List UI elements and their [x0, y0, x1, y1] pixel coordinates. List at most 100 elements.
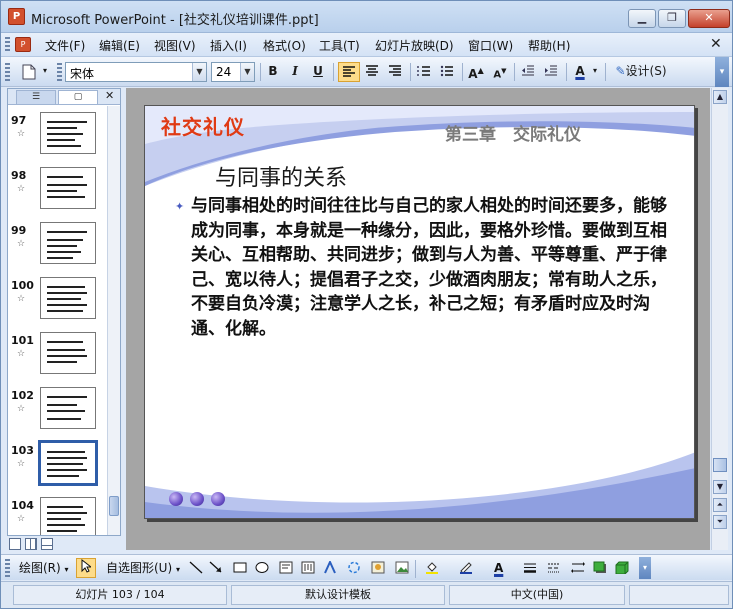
menu-window[interactable]: 窗口(W) [468, 37, 513, 54]
font-name-select[interactable]: 宋体 ▼ [65, 62, 207, 82]
drawing-grip-icon[interactable] [5, 559, 10, 577]
slide-number: 101 [11, 334, 34, 347]
thumbnail-scroll-thumb[interactable] [109, 496, 119, 516]
bold-button[interactable]: B [264, 62, 282, 82]
slide-scrollbar[interactable]: ▲ ▼ ⏶ ⏷ [711, 88, 728, 550]
slide-body-text[interactable]: 与同事相处的时间往往比与自己的家人相处的时间还要多，能够成为同事，本身就是一种缘… [191, 194, 671, 342]
document-menu-icon[interactable]: P [15, 37, 31, 52]
next-slide-icon[interactable]: ⏷ [713, 515, 727, 529]
clip-art-icon[interactable] [371, 561, 385, 574]
tab-slides[interactable]: ▢ [58, 90, 98, 104]
slide-thumbnail[interactable]: 102 ☆ [8, 387, 106, 442]
slide-sorter-view-icon[interactable] [25, 538, 37, 550]
slide-thumbnail-image[interactable] [40, 112, 96, 154]
font-color-draw-icon[interactable]: A [494, 560, 508, 576]
powerpoint-app-icon[interactable]: P [8, 8, 25, 25]
decrease-font-size-icon[interactable]: A▼ [490, 62, 510, 82]
text-box-icon[interactable] [279, 561, 293, 574]
menu-tools[interactable]: 工具(T) [319, 37, 360, 54]
slide-thumbnail-image[interactable] [40, 387, 96, 429]
slide-thumbnail[interactable]: 99 ☆ [8, 222, 106, 277]
wordart-icon[interactable] [323, 561, 337, 574]
toolbar-grip-icon-2[interactable] [57, 63, 62, 81]
maximize-button[interactable]: ❐ [658, 9, 686, 28]
increase-font-size-icon[interactable]: A▲ [466, 62, 486, 82]
align-left-button[interactable] [338, 62, 360, 82]
align-right-button[interactable] [385, 62, 405, 82]
toolbar-divider [333, 63, 334, 81]
italic-button[interactable]: I [286, 62, 304, 82]
shadow-style-icon[interactable] [593, 561, 607, 574]
normal-view-icon[interactable] [9, 538, 21, 550]
slide-thumbnail[interactable]: 101 ☆ [8, 332, 106, 387]
slide-thumbnail-image[interactable] [38, 440, 98, 486]
vertical-text-box-icon[interactable] [301, 561, 315, 574]
tab-outline[interactable]: ☰ [16, 90, 56, 104]
chevron-down-icon[interactable]: ▼ [192, 63, 206, 81]
slide-thumbnail-image[interactable] [40, 167, 96, 209]
numbering-icon[interactable] [414, 62, 434, 82]
current-slide[interactable]: 社交礼仪 第三章 交际礼仪 与同事的关系 ✦ 与同事相处的时间往往比与自己的家人… [144, 105, 695, 519]
3d-style-icon[interactable] [615, 561, 629, 574]
dash-style-icon[interactable] [547, 561, 561, 574]
toolbar-options-chevron-icon[interactable]: ▾ [715, 57, 729, 87]
slide-thumbnail[interactable]: 100 ☆ [8, 277, 106, 332]
draw-menu-button[interactable]: 绘图(R) ▾ [19, 560, 69, 576]
font-color-dropdown-icon[interactable]: ▾ [590, 62, 600, 82]
font-color-icon[interactable]: A [570, 62, 590, 82]
thumbnail-scrollbar[interactable] [107, 106, 120, 535]
autoshapes-button[interactable]: 自选图形(U) ▾ [106, 560, 180, 576]
arrow-tool-icon[interactable] [209, 561, 223, 574]
underline-button[interactable]: U [309, 62, 327, 82]
scroll-down-icon[interactable]: ▼ [713, 480, 727, 494]
menu-file[interactable]: 文件(F) [45, 37, 85, 54]
menu-insert[interactable]: 插入(I) [210, 37, 247, 54]
menu-edit[interactable]: 编辑(E) [99, 37, 140, 54]
select-objects-icon[interactable] [76, 558, 96, 578]
minimize-button[interactable]: ▁ [628, 9, 656, 28]
close-pane-icon[interactable]: ✕ [105, 89, 114, 102]
line-color-icon[interactable] [459, 561, 473, 574]
slide-thumbnail[interactable]: 104 ☆ [8, 497, 106, 535]
insert-picture-icon[interactable] [395, 561, 409, 574]
decrease-indent-icon[interactable] [518, 62, 538, 82]
transition-star-icon: ☆ [17, 184, 26, 194]
new-dropdown-icon[interactable]: ▾ [39, 62, 51, 82]
slide-thumbnail[interactable]: 97 ☆ [8, 112, 106, 167]
chevron-down-icon[interactable]: ▼ [240, 63, 254, 81]
slide-thumbnail-image[interactable] [40, 277, 96, 319]
slideshow-view-icon[interactable] [41, 538, 53, 550]
new-document-icon[interactable] [19, 62, 39, 82]
arrow-style-icon[interactable] [571, 561, 585, 574]
line-tool-icon[interactable] [189, 561, 203, 574]
slide-thumbnail[interactable]: 98 ☆ [8, 167, 106, 222]
oval-tool-icon[interactable] [255, 561, 269, 574]
slide-thumbnail-image[interactable] [40, 497, 96, 535]
toolbar-grip-icon[interactable] [5, 63, 10, 81]
align-center-button[interactable] [362, 62, 382, 82]
menu-view[interactable]: 视图(V) [154, 37, 196, 54]
menu-help[interactable]: 帮助(H) [528, 37, 570, 54]
slide-thumbnail-image[interactable] [40, 332, 96, 374]
slide-heading[interactable]: 与同事的关系 [215, 160, 347, 192]
rectangle-tool-icon[interactable] [233, 561, 247, 574]
increase-indent-icon[interactable] [541, 62, 561, 82]
scroll-up-icon[interactable]: ▲ [713, 90, 727, 104]
design-button[interactable]: ✎设计(S) [609, 62, 673, 82]
slide-thumbnail-image[interactable] [40, 222, 96, 264]
line-style-icon[interactable] [523, 561, 537, 574]
close-document-icon[interactable]: ✕ [710, 36, 722, 52]
scroll-thumb[interactable] [713, 458, 727, 472]
slide-thumbnail[interactable]: 103 ☆ [8, 440, 106, 497]
drawing-options-chevron-icon[interactable]: ▾ [639, 557, 651, 579]
menu-format[interactable]: 格式(O) [263, 37, 306, 54]
design-template-status: 默认设计模板 [231, 585, 445, 605]
previous-slide-icon[interactable]: ⏶ [713, 498, 727, 512]
close-window-button[interactable]: ✕ [688, 9, 730, 28]
bullets-icon[interactable] [437, 62, 457, 82]
menu-grip-icon[interactable] [5, 37, 10, 53]
fill-color-icon[interactable] [425, 561, 439, 574]
font-size-select[interactable]: 24 ▼ [211, 62, 255, 82]
menu-slideshow[interactable]: 幻灯片放映(D) [375, 37, 454, 54]
diagram-icon[interactable] [347, 561, 361, 574]
